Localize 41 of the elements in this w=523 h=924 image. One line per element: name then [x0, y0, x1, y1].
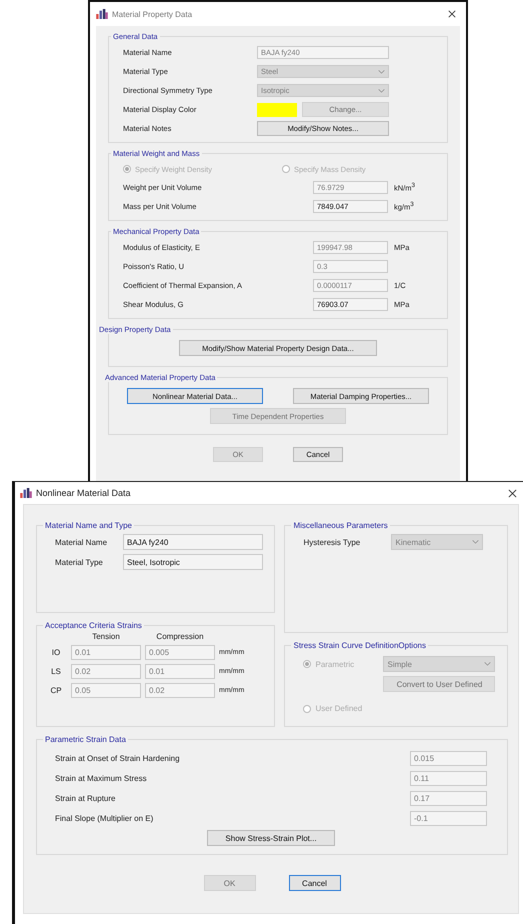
input-field[interactable]: 0.01	[145, 664, 215, 680]
input-field[interactable]: 0.015	[410, 750, 487, 766]
input-field[interactable]: 0.02	[71, 664, 141, 680]
column-header: Tension	[91, 632, 121, 642]
group-title: Stress Strain Curve DefinitionOptions	[292, 641, 427, 650]
field-label: Final Slope (Multiplier on E)	[55, 814, 154, 823]
row-label: LS	[50, 667, 62, 676]
group-title: Parametric Strain Data	[44, 735, 127, 744]
field-label: Strain at Onset of Strain Hardening	[55, 754, 180, 763]
group-title: Acceptance Criteria Strains	[44, 621, 143, 630]
caret-icon	[472, 540, 480, 544]
app-icon	[20, 488, 32, 498]
row-label: IO	[50, 648, 62, 658]
field-label: Strain at Rupture	[55, 794, 116, 803]
button[interactable]: Cancel	[288, 875, 340, 892]
input-field[interactable]: 0.005	[145, 645, 215, 660]
group-title: Miscellaneous Parameters	[292, 521, 389, 530]
input-field[interactable]: 0.17	[410, 790, 487, 806]
caret-icon	[484, 662, 492, 666]
input-field[interactable]: 0.11	[410, 770, 487, 786]
input-field[interactable]: Steel, Isotropic	[123, 554, 263, 570]
input-field[interactable]: 0.01	[71, 645, 141, 660]
row-label: CP	[49, 686, 63, 696]
group-title: Material Name and Type	[44, 521, 134, 530]
window-title: Material Property Data	[112, 10, 192, 18]
input-field[interactable]: 0.02	[145, 683, 215, 698]
field-label: Hysteresis Type	[303, 538, 362, 547]
field-label: Strain at Maximum Stress	[55, 774, 147, 783]
field-label: Material Type	[55, 558, 104, 567]
button[interactable]: Show Stress-Strain Plot...	[207, 830, 335, 846]
column-header: Compression	[155, 632, 205, 642]
input-field[interactable]: 0.05	[71, 683, 141, 698]
close-icon[interactable]	[448, 10, 456, 18]
caret-icon	[378, 70, 385, 74]
close-icon[interactable]	[508, 488, 517, 498]
field-label: Material Name	[55, 538, 108, 547]
window-title: Nonlinear Material Data	[36, 488, 131, 498]
app-icon	[96, 9, 108, 19]
caret-icon	[378, 88, 385, 92]
input-field[interactable]: -0.1	[410, 810, 487, 826]
input-field[interactable]: BAJA fy240	[123, 534, 263, 550]
